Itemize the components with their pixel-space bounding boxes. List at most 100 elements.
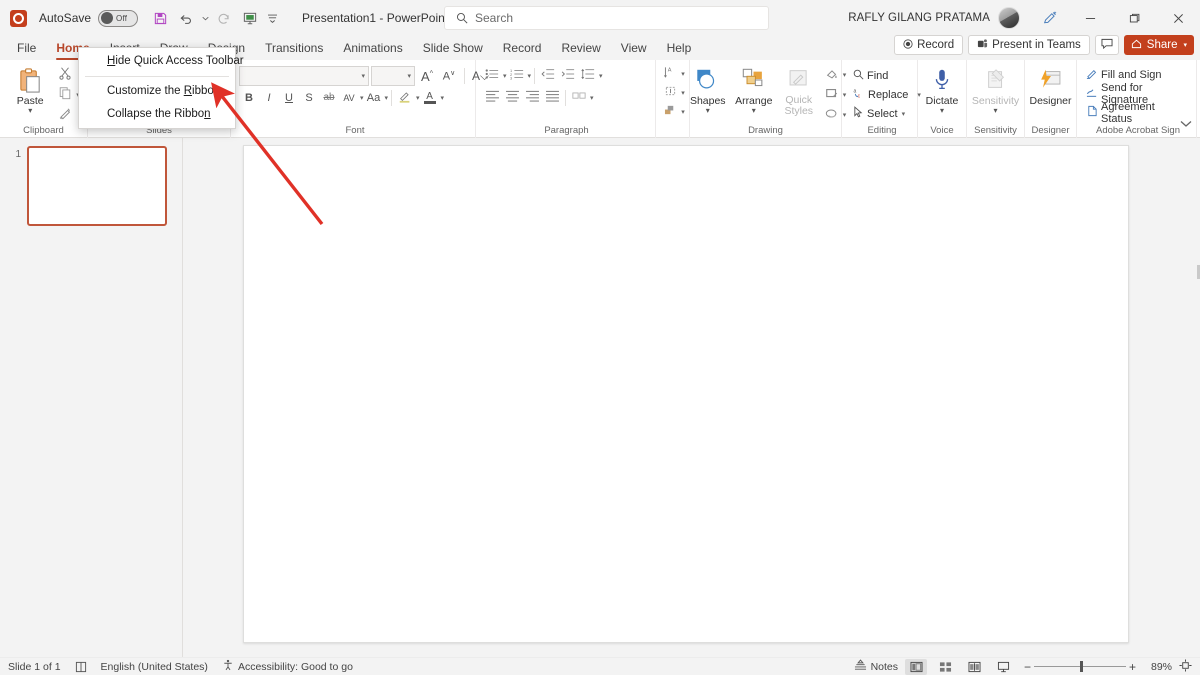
minimize-button[interactable]: [1068, 2, 1112, 34]
arrange-button[interactable]: Arrange ▾: [731, 63, 777, 114]
numbering-chevron-down-icon[interactable]: ▾: [528, 72, 532, 80]
columns-button[interactable]: [569, 88, 589, 107]
notes-page-icon[interactable]: [75, 661, 87, 673]
align-left-button[interactable]: [482, 88, 502, 107]
tab-animations[interactable]: Animations: [334, 37, 411, 59]
text-shadow-button[interactable]: S: [299, 88, 319, 107]
bold-button[interactable]: B: [239, 88, 259, 107]
designer-button[interactable]: Designer: [1028, 63, 1074, 107]
shape-outline-button[interactable]: [822, 85, 842, 104]
slide-counter[interactable]: Slide 1 of 1: [8, 661, 61, 673]
menu-item-customize-the-ribbon[interactable]: Customize the Ribbon...: [79, 80, 235, 103]
undo-dropdown-chevron-down-icon[interactable]: [200, 6, 210, 30]
slide-thumbnail-pane[interactable]: 1: [0, 138, 183, 657]
normal-view-button[interactable]: [905, 659, 927, 675]
redo-icon[interactable]: [212, 6, 236, 30]
justify-button[interactable]: [542, 88, 562, 107]
collapse-ribbon-button[interactable]: [1180, 117, 1192, 131]
shapes-button[interactable]: Shapes ▾: [685, 63, 731, 114]
align-right-button[interactable]: [522, 88, 542, 107]
tab-record[interactable]: Record: [494, 37, 551, 59]
font-color-button[interactable]: A: [420, 88, 440, 107]
maximize-restore-button[interactable]: [1112, 2, 1156, 34]
sensitivity-chevron-down-icon[interactable]: ▾: [993, 107, 997, 114]
decrease-indent-button[interactable]: [538, 66, 558, 85]
select-chevron-down-icon[interactable]: ▾: [902, 110, 906, 118]
quick-styles-button[interactable]: Quick Styles: [777, 63, 821, 117]
paste-chevron-down-icon[interactable]: ▾: [28, 107, 32, 114]
customize-quick-access-toolbar-icon[interactable]: [264, 6, 280, 30]
dictate-chevron-down-icon[interactable]: ▾: [940, 107, 944, 114]
grow-font-button[interactable]: A^: [417, 67, 437, 86]
slide-editing-pane[interactable]: [183, 138, 1200, 657]
avatar[interactable]: [998, 7, 1020, 29]
numbering-button[interactable]: 123: [507, 66, 527, 85]
align-text-button[interactable]: [660, 83, 680, 102]
notes-button[interactable]: Notes: [854, 659, 898, 674]
sensitivity-button[interactable]: Sensitivity ▾: [973, 63, 1019, 114]
tab-review[interactable]: Review: [552, 37, 609, 59]
account-name[interactable]: RAFLY GILANG PRATAMA: [848, 12, 990, 24]
text-highlight-color-button[interactable]: [395, 88, 415, 107]
font-name-combo[interactable]: ▾: [239, 66, 369, 86]
font-size-chevron-down-icon[interactable]: ▾: [407, 72, 411, 80]
character-spacing-button[interactable]: AV: [339, 88, 359, 107]
increase-indent-button[interactable]: [558, 66, 578, 85]
line-spacing-chevron-down-icon[interactable]: ▾: [599, 72, 603, 80]
zoom-track[interactable]: [1034, 666, 1126, 667]
undo-icon[interactable]: [174, 6, 198, 30]
select-button[interactable]: Select ▾: [851, 104, 908, 123]
paste-button[interactable]: Paste ▾: [7, 63, 53, 114]
slide-canvas[interactable]: [243, 145, 1129, 643]
tab-view[interactable]: View: [612, 37, 656, 59]
format-painter-button[interactable]: [55, 105, 75, 124]
zoom-thumb[interactable]: [1080, 661, 1083, 672]
agreement-status-button[interactable]: Agreement Status: [1084, 103, 1192, 122]
font-name-chevron-down-icon[interactable]: ▾: [361, 72, 365, 80]
autosave-toggle[interactable]: Off: [98, 10, 138, 27]
tab-transitions[interactable]: Transitions: [256, 37, 332, 59]
pen-draw-icon[interactable]: [1032, 3, 1068, 33]
tab-file[interactable]: File: [8, 37, 45, 59]
tab-help[interactable]: Help: [658, 37, 701, 59]
shape-fill-button[interactable]: [822, 65, 842, 84]
start-from-beginning-icon[interactable]: [238, 6, 262, 30]
search-box[interactable]: Search: [444, 6, 769, 30]
font-size-combo[interactable]: ▾: [371, 66, 415, 86]
thumbnail-row[interactable]: 1: [0, 146, 182, 226]
change-case-chevron-down-icon[interactable]: ▾: [385, 94, 389, 102]
change-case-button[interactable]: Aa: [364, 88, 384, 107]
menu-item-hide-quick-access-toolbar[interactable]: Hide Quick Access Toolbar: [79, 50, 235, 73]
share-chevron-down-icon[interactable]: ▾: [1183, 41, 1187, 49]
strikethrough-button[interactable]: ab: [319, 88, 339, 107]
reading-view-button[interactable]: [963, 659, 985, 675]
zoom-in-button[interactable]: +: [1126, 660, 1139, 674]
menu-item-collapse-the-ribbon[interactable]: Collapse the Ribbon: [79, 103, 235, 126]
cut-button[interactable]: [55, 65, 75, 84]
zoom-level-label[interactable]: 89%: [1146, 661, 1172, 673]
slide-show-view-button[interactable]: [992, 659, 1014, 675]
shapes-chevron-down-icon[interactable]: ▾: [706, 107, 710, 114]
smartart-button[interactable]: [660, 102, 680, 121]
font-color-chevron-down-icon[interactable]: ▾: [441, 94, 445, 102]
close-button[interactable]: [1156, 2, 1200, 34]
share-button[interactable]: Share ▾: [1124, 35, 1194, 55]
zoom-slider[interactable]: − +: [1021, 660, 1139, 674]
slide-sorter-view-button[interactable]: [934, 659, 956, 675]
dictate-button[interactable]: Dictate ▾: [919, 63, 965, 114]
text-direction-button[interactable]: A: [660, 64, 680, 83]
italic-button[interactable]: I: [259, 88, 279, 107]
shape-effects-button[interactable]: [822, 105, 842, 124]
tab-slide-show[interactable]: Slide Show: [414, 37, 492, 59]
replace-button[interactable]: ac Replace: [851, 85, 911, 104]
shrink-font-button[interactable]: A∨: [439, 67, 459, 86]
find-button[interactable]: Find: [851, 66, 891, 85]
align-center-button[interactable]: [502, 88, 522, 107]
language-label[interactable]: English (United States): [101, 661, 208, 673]
record-button[interactable]: Record: [894, 35, 963, 55]
fit-slide-to-window-icon[interactable]: [1179, 659, 1192, 675]
columns-chevron-down-icon[interactable]: ▾: [590, 94, 594, 102]
bullets-button[interactable]: [482, 66, 502, 85]
zoom-out-button[interactable]: −: [1021, 660, 1034, 674]
accessibility-status[interactable]: Accessibility: Good to go: [222, 659, 353, 674]
